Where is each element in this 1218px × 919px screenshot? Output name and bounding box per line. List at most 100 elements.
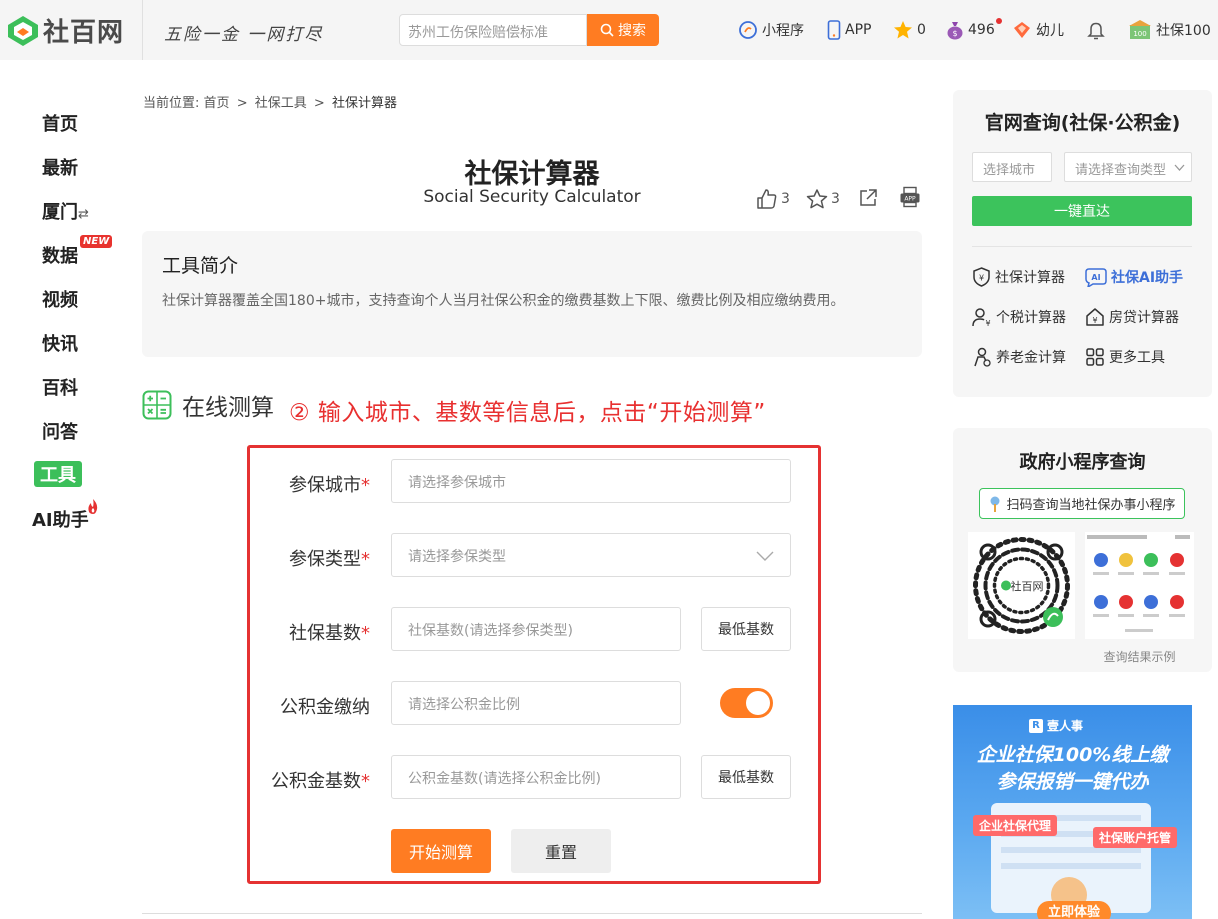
breadcrumb: 当前位置: 首页 > 社保工具 > 社保计算器 — [143, 92, 397, 111]
chevron-down-icon — [1174, 164, 1185, 171]
type-label-text: 参保类型 — [289, 549, 361, 570]
section-header: 在线测算 — [142, 388, 274, 422]
section-title: 在线测算 — [182, 395, 274, 421]
official-type-select[interactable]: 请选择查询类型 — [1064, 152, 1192, 182]
ad-cta-button[interactable]: 立即体验 — [1037, 901, 1111, 919]
house-icon: ¥ — [1086, 308, 1104, 326]
tool-label: 个税计算器 — [996, 310, 1066, 326]
official-go-button[interactable]: 一键直达 — [972, 196, 1192, 226]
ad-brand-logo-icon: R — [1029, 718, 1043, 733]
svg-text:100: 100 — [1133, 30, 1146, 38]
search-input[interactable]: 苏州工伤保险赔偿标准 — [399, 14, 587, 46]
highlight-frame — [247, 445, 821, 884]
svg-text:$: $ — [952, 29, 957, 38]
ad-headline-2: 参保报销一键代办 — [996, 771, 1149, 793]
coin-bag-icon: $ — [947, 22, 963, 40]
app-label: APP — [845, 22, 872, 38]
stars-counter[interactable]: 0 — [893, 20, 926, 40]
like-button[interactable]: 3 — [756, 188, 790, 210]
tool-tax-calculator[interactable]: ¥ 个税计算器 — [972, 307, 1066, 327]
header-divider — [142, 0, 143, 60]
nav-flash[interactable]: 快讯 — [42, 330, 78, 356]
base-label: 社保基数* — [250, 619, 370, 645]
search-button[interactable]: 搜索 — [587, 14, 659, 46]
nav-tools[interactable]: 工具 — [34, 461, 82, 487]
pin-icon — [990, 496, 1000, 512]
person-tax-icon: ¥ — [972, 308, 991, 327]
nav-city[interactable]: 厦门⇄ — [42, 198, 89, 224]
base-label-text: 社保基数 — [289, 623, 361, 644]
card-divider — [972, 246, 1192, 247]
nav-ai[interactable]: AI助手 — [32, 499, 98, 532]
instruction-annotation: ② 输入城市、基数等信息后，点击“开始测算” — [289, 400, 766, 426]
fund-ratio-select[interactable]: 请选择公积金比例 — [391, 681, 681, 725]
site-logo[interactable]: 社百网 — [6, 12, 124, 49]
svg-text:¥: ¥ — [1092, 316, 1097, 325]
notification-bell[interactable] — [1087, 20, 1105, 40]
switch-city-icon[interactable]: ⇄ — [78, 207, 89, 222]
kid-link[interactable]: 幼儿 — [1012, 20, 1064, 40]
user-name: 社保100 — [1156, 23, 1211, 39]
shield-icon: ¥ — [973, 267, 990, 287]
app-link[interactable]: APP — [827, 20, 871, 40]
reset-button[interactable]: 重置 — [511, 829, 611, 873]
fund-base-min-button[interactable]: 最低基数 — [701, 755, 791, 799]
section-divider — [142, 913, 922, 914]
fund-label: 公积金缴纳 — [280, 697, 370, 718]
start-calc-button[interactable]: 开始测算 — [391, 829, 491, 873]
breadcrumb-home[interactable]: 首页 — [204, 96, 230, 111]
nav-qa[interactable]: 问答 — [42, 418, 78, 444]
app-download-button[interactable]: APP — [899, 186, 921, 208]
nav-wiki[interactable]: 百科 — [42, 374, 78, 400]
svg-text:AI: AI — [1091, 273, 1100, 282]
mini-program-qr-code[interactable]: 社百网 — [968, 532, 1075, 639]
nav-city-label: 厦门 — [42, 202, 78, 223]
fund-base-input[interactable]: 公积金基数(请选择公积金比例) — [391, 755, 681, 799]
ad-brand-text: 壹人事 — [1047, 719, 1084, 733]
thumbs-up-icon — [757, 189, 777, 209]
type-select[interactable]: 请选择参保类型 — [391, 533, 791, 577]
logo-text: 社百网 — [43, 18, 125, 48]
share-button[interactable] — [858, 188, 878, 208]
mini-program-link[interactable]: 小程序 — [738, 20, 804, 40]
city-label-text: 参保城市 — [289, 475, 361, 496]
nav-video[interactable]: 视频 — [42, 286, 78, 312]
ad-tag-2: 社保账户托管 — [1093, 827, 1178, 848]
fund-toggle[interactable] — [720, 688, 773, 718]
tool-ai-assistant[interactable]: AI 社保AI助手 — [1085, 267, 1183, 287]
base-input[interactable]: 社保基数(请选择参保类型) — [391, 607, 681, 651]
nav-data[interactable]: 数据 NEW — [42, 235, 113, 268]
result-example-image[interactable] — [1085, 532, 1194, 639]
site-slogan: 五险一金 一网打尽 — [164, 25, 324, 45]
new-badge: NEW — [80, 235, 113, 248]
page-subtitle: Social Security Calculator — [423, 187, 641, 207]
tool-label: 社保AI助手 — [1111, 270, 1184, 286]
stars-count: 0 — [917, 22, 926, 38]
tool-pension-calculator[interactable]: 养老金计算 — [972, 347, 1066, 367]
nav-latest[interactable]: 最新 — [42, 154, 78, 180]
tool-more[interactable]: 更多工具 — [1085, 347, 1165, 367]
official-city-select[interactable]: 选择城市 — [972, 152, 1052, 182]
official-type-placeholder: 请选择查询类型 — [1075, 163, 1167, 178]
favorite-button[interactable]: 3 — [806, 188, 840, 210]
ad-banner[interactable]: R 壹人事 企业社保100%线上缴 参保报销一键代办 企业社保代理 社保账户托管… — [953, 705, 1192, 919]
nav-data-label: 数据 — [42, 246, 78, 267]
share-icon — [860, 189, 877, 206]
tool-ss-calculator[interactable]: ¥ 社保计算器 — [972, 267, 1065, 287]
user-menu[interactable]: 100 社保100 — [1128, 20, 1211, 40]
bell-icon — [1087, 22, 1105, 40]
city-label: 参保城市* — [250, 471, 370, 497]
phone-icon — [827, 20, 841, 40]
coins-counter[interactable]: $ 496 — [946, 18, 1002, 40]
tool-mortgage-calculator[interactable]: ¥ 房贷计算器 — [1085, 307, 1179, 327]
breadcrumb-current: 社保计算器 — [331, 96, 397, 111]
like-count: 3 — [781, 191, 790, 207]
breadcrumb-tools[interactable]: 社保工具 — [255, 96, 307, 111]
nav-ai-label: AI助手 — [32, 510, 89, 531]
base-min-button[interactable]: 最低基数 — [701, 607, 791, 651]
required-mark: * — [361, 623, 370, 644]
city-select[interactable]: 请选择参保城市 — [391, 459, 791, 503]
nav-home[interactable]: 首页 — [42, 110, 78, 136]
avatar-icon: 100 — [1129, 20, 1151, 39]
logo-mark-icon — [6, 14, 40, 48]
